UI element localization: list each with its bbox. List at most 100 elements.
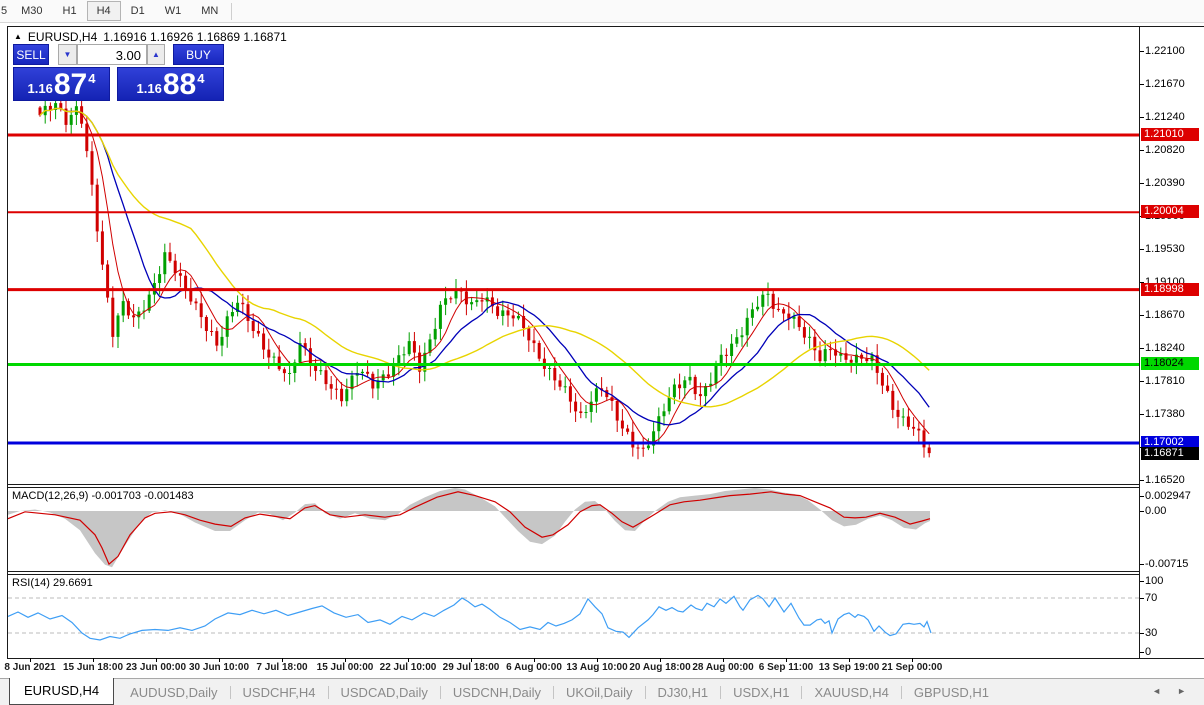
rsi-scale-label: 30 <box>1145 627 1157 639</box>
macd-scale-label: 0.00 <box>1145 505 1166 517</box>
ask-price-button[interactable]: 1.16 88 4 <box>117 67 224 101</box>
macd-scale-label: 0.002947 <box>1145 490 1191 502</box>
volume-increase-button[interactable]: ▲ <box>147 44 165 65</box>
macd-scale-tick <box>1140 511 1144 512</box>
ask-price-prefix: 1.16 <box>137 81 162 96</box>
chart-symbol-period: EURUSD,H4 <box>28 30 97 44</box>
macd-scale-tick <box>1140 496 1144 497</box>
price-axis[interactable]: 1.221001.216701.212401.208201.203901.199… <box>1140 0 1204 705</box>
level-price-label: 1.18998 <box>1141 283 1199 296</box>
period-button-mn[interactable]: MN <box>191 1 228 21</box>
rsi-scale-label: 70 <box>1145 592 1157 604</box>
spin-up-icon: ▲ <box>152 50 160 59</box>
time-tick-label: 22 Jul 10:00 <box>380 662 437 673</box>
buy-button[interactable]: BUY <box>173 44 224 65</box>
time-tick-label: 6 Aug 00:00 <box>506 662 562 673</box>
price-tick-label: 1.20390 <box>1145 177 1185 189</box>
rsi-scale-tick <box>1140 581 1144 582</box>
time-tick-label: 30 Jun 10:00 <box>189 662 249 673</box>
period-button-m5-partial[interactable]: 5 <box>0 1 11 21</box>
panel-collapse-icon[interactable]: ▲ <box>14 32 22 41</box>
chart-tab-bar: EURUSD,H4 AUDUSD,Daily USDCHF,H4 USDCAD,… <box>0 678 1204 705</box>
bid-price-pips: 87 <box>54 72 87 98</box>
rsi-label: RSI(14) 29.6691 <box>12 577 93 589</box>
toolbar-separator <box>231 3 232 20</box>
price-tick <box>1140 348 1144 349</box>
rsi-scale-label: 100 <box>1145 575 1163 587</box>
tab-usdcad-daily[interactable]: USDCAD,Daily <box>329 681 440 704</box>
macd-scale-label: -0.00715 <box>1145 558 1188 570</box>
price-tick-label: 1.17380 <box>1145 408 1185 420</box>
price-tick <box>1140 315 1144 316</box>
time-tick-label: 15 Jun 18:00 <box>63 662 123 673</box>
volume-decrease-button[interactable]: ▼ <box>58 44 77 65</box>
price-tick <box>1140 480 1144 481</box>
level-price-label: 1.18024 <box>1141 357 1199 370</box>
price-tick-label: 1.16520 <box>1145 474 1185 486</box>
bid-price-button[interactable]: 1.16 87 4 <box>13 67 110 101</box>
tab-xauusd-h4[interactable]: XAUUSD,H4 <box>802 681 900 704</box>
level-price-label: 1.20004 <box>1141 205 1199 218</box>
price-tick <box>1140 51 1144 52</box>
price-tick <box>1140 183 1144 184</box>
price-tick-label: 1.20820 <box>1145 144 1185 156</box>
price-tick <box>1140 84 1144 85</box>
time-tick-label: 7 Jul 18:00 <box>256 662 307 673</box>
spin-down-icon: ▼ <box>64 50 72 59</box>
rsi-scale-tick <box>1140 652 1144 653</box>
main-macd-splitter[interactable] <box>7 484 1139 485</box>
volume-input[interactable]: 3.00 <box>77 44 147 65</box>
chart-title: ▲ EURUSD,H4 1.16916 1.16926 1.16869 1.16… <box>14 30 287 44</box>
price-tick-label: 1.21240 <box>1145 111 1185 123</box>
price-tick-label: 1.18670 <box>1145 309 1185 321</box>
period-button-h4[interactable]: H4 <box>87 1 121 21</box>
time-tick-label: 28 Aug 00:00 <box>692 662 753 673</box>
price-tick-label: 1.19530 <box>1145 243 1185 255</box>
time-tick-label: 13 Aug 10:00 <box>566 662 627 673</box>
rsi-scale-tick <box>1140 598 1144 599</box>
level-price-label: 1.21010 <box>1141 128 1199 141</box>
tab-usdx-h1[interactable]: USDX,H1 <box>721 681 801 704</box>
sell-button[interactable]: SELL <box>13 44 49 65</box>
period-button-h1[interactable]: H1 <box>53 1 87 21</box>
period-button-m30[interactable]: M30 <box>11 1 52 21</box>
time-tick-label: 6 Sep 11:00 <box>759 662 813 673</box>
time-tick-label: 20 Aug 18:00 <box>629 662 690 673</box>
rsi-indicator-canvas[interactable] <box>8 575 1139 658</box>
tab-dj30-h1[interactable]: DJ30,H1 <box>646 681 721 704</box>
price-tick <box>1140 249 1144 250</box>
tab-usdchf-h4[interactable]: USDCHF,H4 <box>231 681 328 704</box>
time-tick-label: 8 Jun 2021 <box>4 662 55 673</box>
tab-ukoil-daily[interactable]: UKOil,Daily <box>554 681 644 704</box>
period-button-d1[interactable]: D1 <box>121 1 155 21</box>
price-tick-label: 1.22100 <box>1145 45 1185 57</box>
ask-price-pips: 88 <box>163 72 196 98</box>
price-tick <box>1140 381 1144 382</box>
one-click-trading-panel: SELL ▼ 3.00 ▲ BUY 1.16 87 4 1.16 88 4 <box>13 44 224 102</box>
chart-ohlc-values: 1.16916 1.16926 1.16869 1.16871 <box>103 30 287 44</box>
tab-gbpusd-h1[interactable]: GBPUSD,H1 <box>902 681 1001 704</box>
tab-eurusd-h4[interactable]: EURUSD,H4 <box>9 678 114 705</box>
time-tick-label: 23 Jun 00:00 <box>126 662 186 673</box>
price-tick-label: 1.18240 <box>1145 342 1185 354</box>
period-button-w1[interactable]: W1 <box>155 1 192 21</box>
tab-usdcnh-daily[interactable]: USDCNH,Daily <box>441 681 553 704</box>
bid-price-point: 4 <box>88 71 95 86</box>
rsi-scale-tick <box>1140 633 1144 634</box>
tab-audusd-daily[interactable]: AUDUSD,Daily <box>118 681 229 704</box>
time-tick-label: 21 Sep 00:00 <box>882 662 943 673</box>
price-tick <box>1140 414 1144 415</box>
price-tick-label: 1.17810 <box>1145 375 1185 387</box>
time-axis[interactable]: 8 Jun 2021 15 Jun 18:0023 Jun 00:0030 Jun… <box>0 658 1204 678</box>
price-tick-label: 1.21670 <box>1145 78 1185 90</box>
bid-price-prefix: 1.16 <box>28 81 53 96</box>
period-toolbar: 5 M30 H1 H4 D1 W1 MN <box>0 0 1204 23</box>
time-tick-label: 13 Sep 19:00 <box>819 662 880 673</box>
price-tick <box>1140 117 1144 118</box>
time-tick-label: 15 Jul 00:00 <box>317 662 374 673</box>
time-tick-label: 29 Jul 18:00 <box>443 662 500 673</box>
macd-scale-tick <box>1140 564 1144 565</box>
macd-rsi-splitter[interactable] <box>7 571 1139 572</box>
current-price-label: 1.16871 <box>1141 447 1199 460</box>
price-tick <box>1140 150 1144 151</box>
